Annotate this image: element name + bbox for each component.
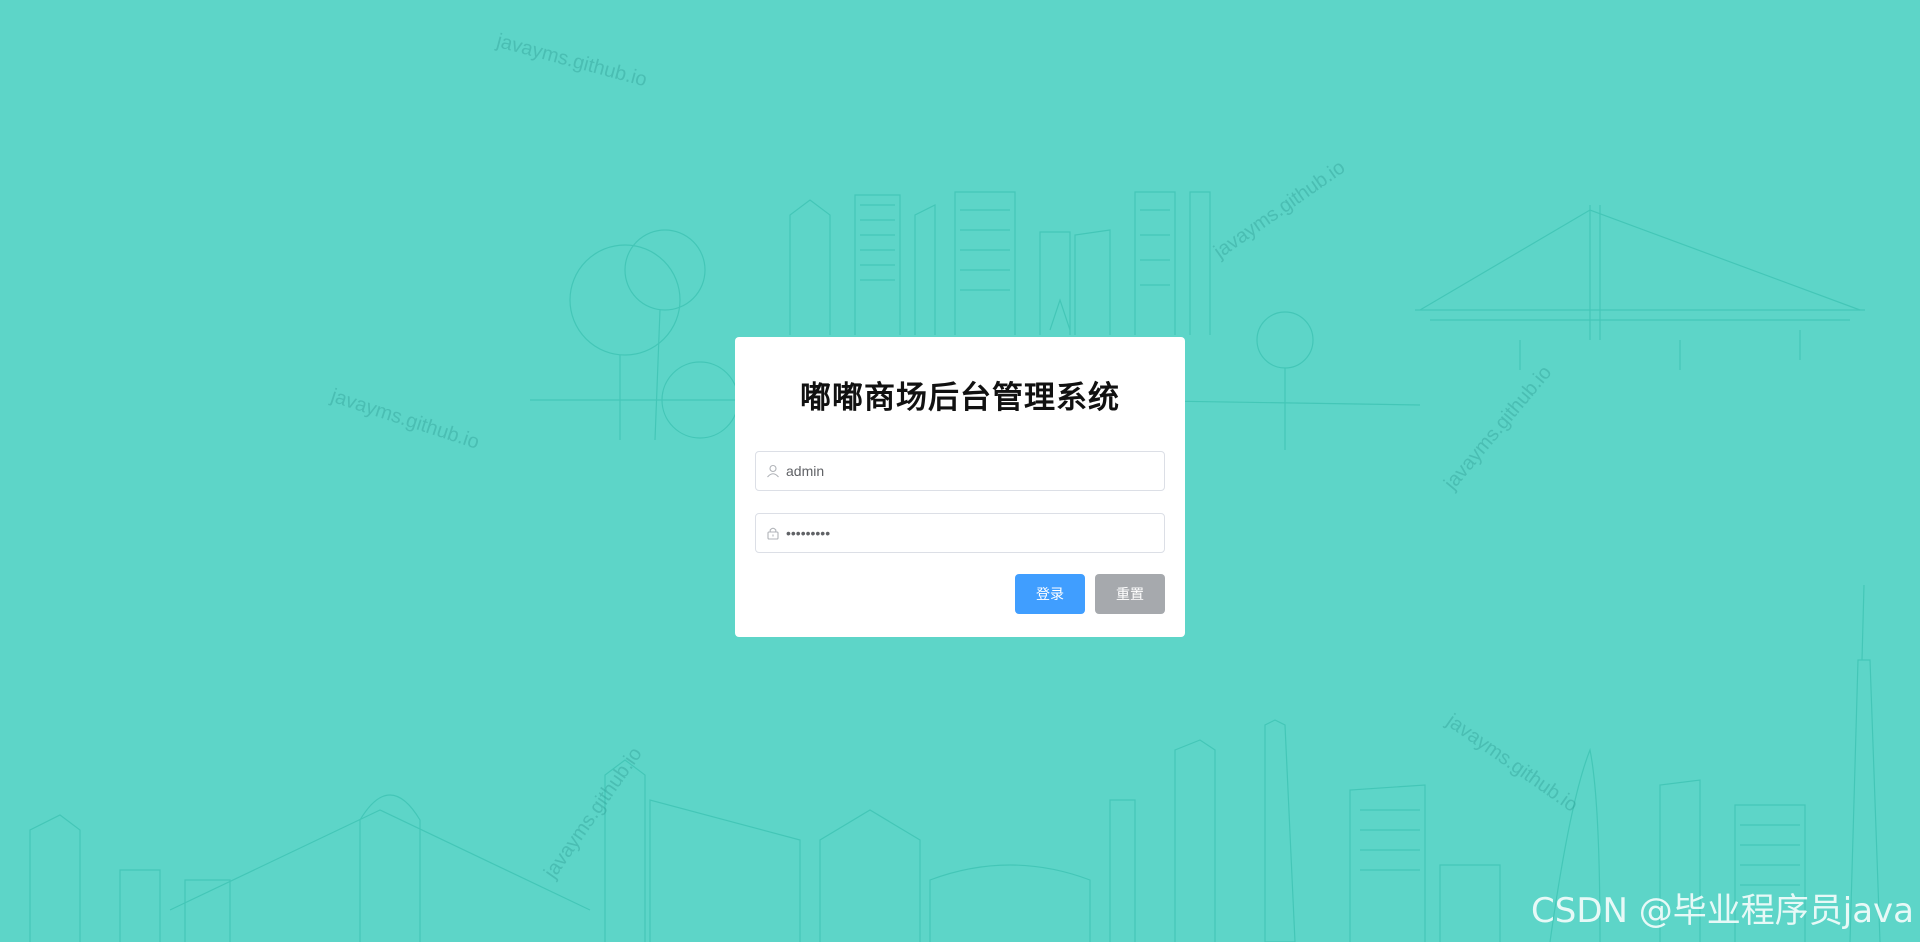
username-field[interactable] [755, 451, 1165, 491]
reset-button[interactable]: 重置 [1095, 574, 1165, 614]
login-button[interactable]: 登录 [1015, 574, 1085, 614]
password-input[interactable] [786, 514, 1156, 552]
password-field[interactable] [755, 513, 1165, 553]
login-title: 嘟嘟商场后台管理系统 [800, 380, 1120, 415]
csdn-watermark: CSDN @毕业程序员java [1531, 891, 1914, 931]
user-icon [767, 464, 779, 478]
login-page: javayms.github.io javayms.github.io java… [0, 0, 1920, 942]
username-input[interactable] [786, 452, 1156, 490]
lock-icon [767, 527, 779, 540]
login-form: 嘟嘟商场后台管理系统 登录 重置 [735, 337, 1185, 637]
